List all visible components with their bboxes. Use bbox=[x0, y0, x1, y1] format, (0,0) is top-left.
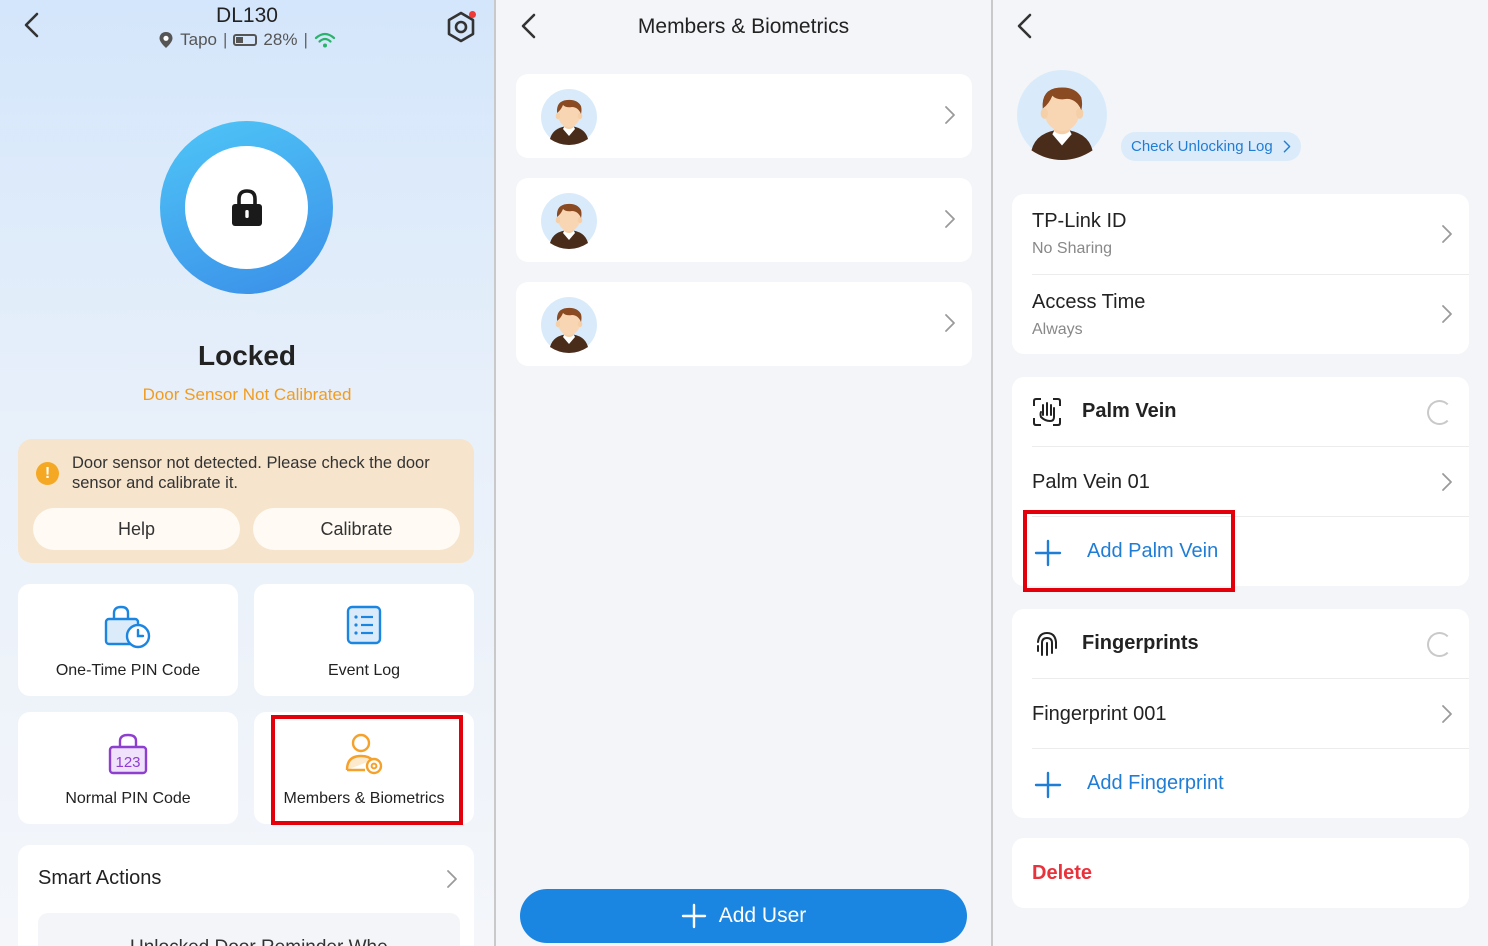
unlock-log-label: Check Unlocking Log bbox=[1131, 138, 1273, 155]
wifi-icon bbox=[314, 32, 335, 48]
device-status-bar: Tapo | 28% | bbox=[0, 30, 494, 50]
door-sensor-warning: ! Door sensor not detected. Please check… bbox=[18, 439, 474, 563]
palm-vein-icon bbox=[1033, 398, 1061, 426]
avatar bbox=[541, 89, 597, 145]
tplink-id-row[interactable]: TP-Link ID No Sharing bbox=[1012, 194, 1469, 274]
row-title: TP-Link ID bbox=[1032, 210, 1127, 232]
chevron-right-icon bbox=[1283, 140, 1291, 153]
settings-hex-icon[interactable] bbox=[444, 10, 478, 44]
brand-label: Tapo bbox=[180, 30, 217, 49]
member-detail-panel: Check Unlocking Log TP-Link ID No Sharin… bbox=[993, 0, 1488, 946]
row-title: Access Time bbox=[1032, 291, 1146, 313]
chevron-right-icon bbox=[944, 313, 956, 333]
tile-normal-pin[interactable]: 123 Normal PIN Code bbox=[18, 712, 238, 824]
members-list-panel: Members & Biometrics Add User bbox=[496, 0, 991, 946]
tile-members-biometrics[interactable]: Members & Biometrics bbox=[254, 712, 474, 824]
delete-label: Delete bbox=[1032, 862, 1093, 884]
tile-label: Normal PIN Code bbox=[65, 790, 191, 807]
battery-icon bbox=[233, 34, 258, 46]
tile-label: Members & Biometrics bbox=[283, 790, 445, 807]
back-arrow-icon[interactable] bbox=[1010, 11, 1040, 41]
help-button[interactable]: Help bbox=[33, 508, 240, 550]
separator: | bbox=[303, 30, 308, 49]
avatar bbox=[541, 297, 597, 353]
smart-actions-title: Smart Actions bbox=[38, 867, 162, 889]
fingerprint-icon bbox=[1037, 631, 1057, 656]
member-card[interactable] bbox=[516, 178, 972, 262]
fingerprint-item[interactable]: Fingerprint 001 bbox=[1012, 679, 1469, 748]
chevron-right-icon bbox=[1441, 472, 1453, 492]
smart-action-label: Unlocked Door Reminder Whe... bbox=[130, 937, 404, 946]
palm-vein-item[interactable]: Palm Vein 01 bbox=[1012, 447, 1469, 516]
warning-icon: ! bbox=[36, 462, 59, 485]
smart-actions-card[interactable]: Smart Actions Unlocked Door Reminder Whe… bbox=[18, 845, 474, 946]
avatar bbox=[541, 193, 597, 249]
chevron-right-icon bbox=[446, 869, 458, 889]
member-info-card: TP-Link ID No Sharing Access Time Always bbox=[1012, 194, 1469, 354]
lock-clock-icon bbox=[104, 605, 151, 649]
row-value: Always bbox=[1032, 321, 1083, 338]
chevron-right-icon bbox=[944, 105, 956, 125]
section-title: Palm Vein bbox=[1082, 400, 1177, 422]
separator: | bbox=[223, 30, 228, 49]
tile-label: Event Log bbox=[327, 662, 401, 679]
sensor-status: Door Sensor Not Calibrated bbox=[142, 385, 352, 404]
device-home-panel: DL130 Tapo | 28% | Locked Door Sensor No… bbox=[0, 0, 494, 946]
person-gear-icon bbox=[345, 733, 383, 775]
check-unlocking-log-button[interactable]: Check Unlocking Log bbox=[1121, 132, 1301, 161]
lock-button-face bbox=[185, 146, 308, 269]
lock-toggle-button[interactable] bbox=[160, 121, 333, 294]
smart-action-item[interactable]: Unlocked Door Reminder Whe... bbox=[38, 913, 460, 946]
chevron-right-icon bbox=[1441, 704, 1453, 724]
tile-event-log[interactable]: Event Log bbox=[254, 584, 474, 696]
avatar bbox=[1017, 70, 1107, 160]
member-card[interactable] bbox=[516, 74, 972, 158]
calibrate-button[interactable]: Calibrate bbox=[253, 508, 460, 550]
notification-dot bbox=[469, 11, 476, 18]
delete-member-button[interactable]: Delete bbox=[1012, 838, 1469, 908]
page-title: Members & Biometrics bbox=[637, 15, 850, 38]
row-title: Fingerprint 001 bbox=[1032, 703, 1167, 725]
access-time-row[interactable]: Access Time Always bbox=[1012, 274, 1469, 354]
fingerprints-card: Fingerprints Fingerprint 001 Add Fingerp… bbox=[1012, 609, 1469, 818]
section-title: Fingerprints bbox=[1082, 632, 1199, 654]
tile-label: One-Time PIN Code bbox=[55, 662, 201, 679]
pin-123-icon: 123 bbox=[108, 733, 148, 775]
chevron-right-icon bbox=[944, 209, 956, 229]
row-value: No Sharing bbox=[1032, 240, 1113, 257]
add-palm-vein-label: Add Palm Vein bbox=[1087, 540, 1219, 562]
pin-digits: 123 bbox=[115, 754, 140, 771]
chevron-right-icon bbox=[1441, 304, 1453, 324]
member-card[interactable] bbox=[516, 282, 972, 366]
plus-icon bbox=[1034, 539, 1062, 567]
lock-icon bbox=[231, 188, 262, 226]
loading-spinner-icon bbox=[1427, 632, 1452, 657]
list-icon bbox=[346, 605, 382, 645]
add-palm-vein-button[interactable]: Add Palm Vein bbox=[1012, 517, 1469, 587]
warning-message: Door sensor not detected. Please check t… bbox=[72, 454, 430, 492]
add-fingerprint-button[interactable]: Add Fingerprint bbox=[1012, 749, 1469, 819]
lock-status: Locked bbox=[197, 340, 297, 371]
location-pin-icon bbox=[159, 32, 173, 48]
tile-one-time-pin[interactable]: One-Time PIN Code bbox=[18, 584, 238, 696]
row-title: Palm Vein 01 bbox=[1032, 471, 1150, 493]
plus-icon bbox=[681, 903, 706, 929]
battery-level: 28% bbox=[263, 30, 298, 49]
add-user-button[interactable]: Add User bbox=[520, 889, 967, 943]
add-user-label: Add User bbox=[718, 904, 807, 927]
chevron-right-icon bbox=[1441, 224, 1453, 244]
device-name: DL130 bbox=[216, 4, 278, 27]
add-fingerprint-label: Add Fingerprint bbox=[1087, 772, 1224, 794]
plus-icon bbox=[1034, 771, 1062, 799]
loading-spinner-icon bbox=[1427, 400, 1452, 425]
palm-vein-card: Palm Vein Palm Vein 01 Add Palm Vein bbox=[1012, 377, 1469, 586]
